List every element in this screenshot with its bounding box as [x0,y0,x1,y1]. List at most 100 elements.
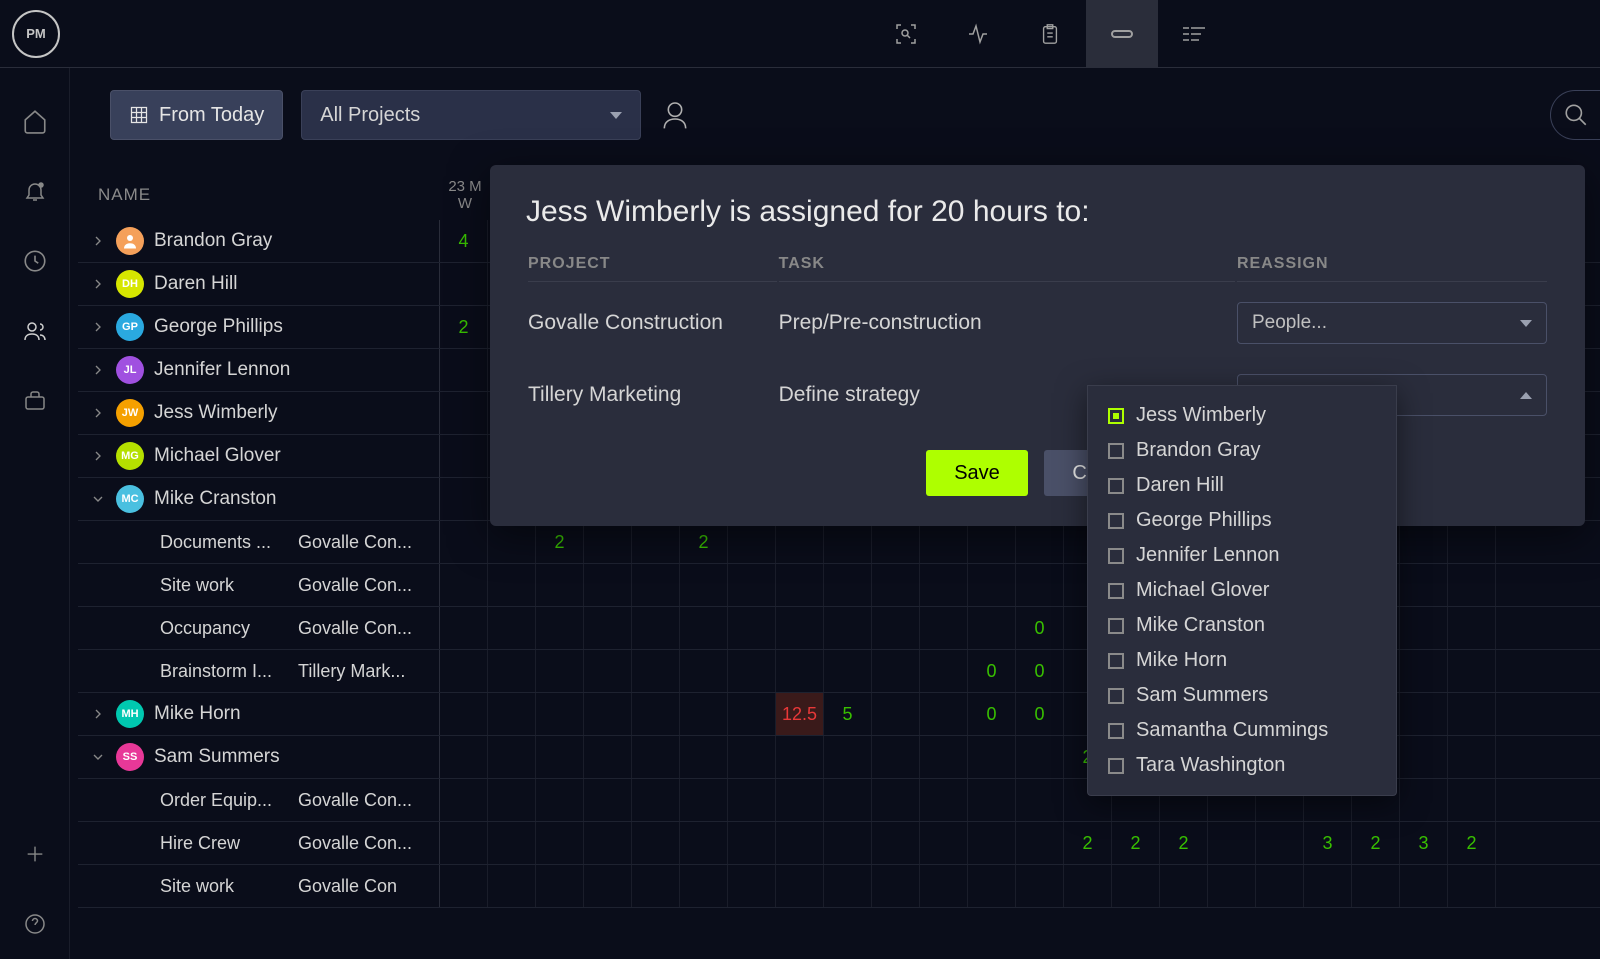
minus-tray-icon[interactable] [1086,0,1158,68]
clipboard-icon[interactable] [1014,0,1086,68]
flow-icon[interactable] [1158,0,1230,68]
dropdown-option[interactable]: George Phillips [1088,503,1396,538]
modal-project: Govalle Construction [528,284,777,354]
expand-icon[interactable] [90,233,106,249]
grid-cell [920,736,968,778]
reassign-select[interactable]: People... [1237,302,1547,344]
expand-icon[interactable] [90,405,106,421]
expand-icon[interactable] [90,749,106,765]
grid-cell [440,478,488,520]
grid-cell: 2 [1112,822,1160,864]
expand-icon[interactable] [90,448,106,464]
grid-cell [488,564,536,606]
grid-cell: 3 [1400,822,1448,864]
grid-cell [872,865,920,907]
user-filter-icon[interactable] [659,97,695,133]
grid-cell [584,521,632,563]
grid-cell [584,693,632,735]
avatar: SS [116,743,144,771]
dropdown-option[interactable]: Mike Horn [1088,643,1396,678]
grid-cell: 5 [824,693,872,735]
grid-cell [968,607,1016,649]
grid-cell [1448,521,1496,563]
dropdown-option[interactable]: Jennifer Lennon [1088,538,1396,573]
task-project: Govalle Con [298,876,439,897]
grid-cell: 2 [1160,822,1208,864]
task-row[interactable]: Site work Govalle Con [78,865,1600,908]
checkbox-icon[interactable] [1108,583,1124,599]
checkbox-icon[interactable] [1108,758,1124,774]
task-project: Govalle Con... [298,575,439,596]
bell-icon[interactable] [0,156,70,226]
save-button[interactable]: Save [926,450,1028,496]
task-row[interactable]: Hire Crew Govalle Con... 2223232 [78,822,1600,865]
grid-cell [968,865,1016,907]
expand-icon[interactable] [90,706,106,722]
dropdown-option[interactable]: Michael Glover [1088,573,1396,608]
checkbox-icon[interactable] [1108,443,1124,459]
checkbox-icon[interactable] [1108,723,1124,739]
project-select[interactable]: All Projects [301,90,641,140]
grid-cell [968,822,1016,864]
grid-cell [488,650,536,692]
chevron-down-icon [1520,320,1532,327]
dropdown-option[interactable]: Brandon Gray [1088,433,1396,468]
person-name: Brandon Gray [154,230,272,252]
expand-icon[interactable] [90,276,106,292]
grid-cell [680,779,728,821]
grid-cell [1448,736,1496,778]
grid-cell [536,822,584,864]
plus-icon[interactable] [0,819,70,889]
grid-cell [632,736,680,778]
checkbox-icon[interactable] [1108,618,1124,634]
checkbox-icon[interactable] [1108,688,1124,704]
clock-icon[interactable] [0,226,70,296]
grid-cell [872,521,920,563]
grid-cell [632,521,680,563]
home-icon[interactable] [0,86,70,156]
expand-icon[interactable] [90,362,106,378]
dropdown-option[interactable]: Tara Washington [1088,748,1396,783]
checkbox-icon[interactable] [1108,478,1124,494]
avatar: JL [116,356,144,384]
checkbox-icon[interactable] [1108,513,1124,529]
search-button[interactable] [1550,90,1600,140]
grid-cell [776,779,824,821]
dropdown-option-label: Jennifer Lennon [1136,544,1279,567]
left-sidebar [0,68,70,959]
app-logo[interactable]: PM [12,10,60,58]
task-name: Site work [160,876,290,897]
checkbox-icon[interactable] [1108,653,1124,669]
dropdown-option[interactable]: Daren Hill [1088,468,1396,503]
activity-icon[interactable] [942,0,1014,68]
help-icon[interactable] [0,889,70,959]
expand-icon[interactable] [90,491,106,507]
reassign-select-label: People... [1252,312,1327,334]
scan-icon[interactable] [870,0,942,68]
dropdown-option-label: George Phillips [1136,509,1272,532]
dropdown-option[interactable]: Mike Cranston [1088,608,1396,643]
briefcase-icon[interactable] [0,366,70,436]
top-toolbar [870,0,1230,68]
dropdown-option[interactable]: Samantha Cummings [1088,713,1396,748]
column-name-header: NAME [78,185,440,205]
grid-cell [584,779,632,821]
grid-cell [536,607,584,649]
from-today-button[interactable]: From Today [110,90,283,140]
avatar: MG [116,442,144,470]
dropdown-option[interactable]: Sam Summers [1088,678,1396,713]
grid-cell [776,521,824,563]
grid-cell [1448,865,1496,907]
people-icon[interactable] [0,296,70,366]
task-project: Govalle Con... [298,790,439,811]
reassign-dropdown[interactable]: Jess Wimberly Brandon Gray Daren Hill Ge… [1087,385,1397,796]
checkbox-icon[interactable] [1108,548,1124,564]
dropdown-option[interactable]: Jess Wimberly [1088,398,1396,433]
modal-task: Prep/Pre-construction [779,284,1235,354]
expand-icon[interactable] [90,319,106,335]
grid-cell [920,693,968,735]
modal-title: Jess Wimberly is assigned for 20 hours t… [526,195,1549,229]
grid-cell [632,779,680,821]
grid-cell [920,521,968,563]
checkbox-icon[interactable] [1108,408,1124,424]
